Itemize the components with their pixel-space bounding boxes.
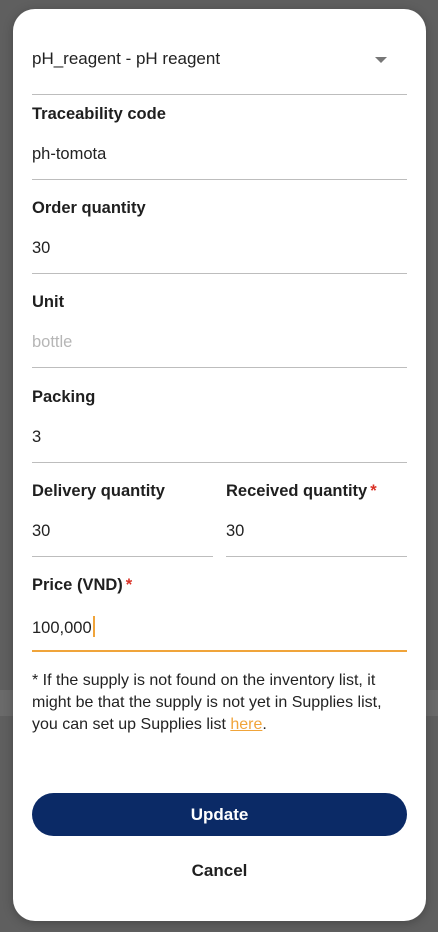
price-field[interactable]: Price (VND) * 100,000 [32,576,407,660]
packing-label: Packing [32,388,96,406]
required-mark: * [125,576,133,594]
text-cursor [92,616,95,637]
received-quantity-label: Received quantity * [226,482,377,501]
traceability-code-field[interactable]: Traceability code ph-tomota [32,105,407,189]
order-quantity-label: Order quantity [32,199,146,217]
unit-placeholder[interactable]: bottle [32,333,72,352]
edit-supply-dialog: pH_reagent - pH reagent Traceability cod… [13,9,426,921]
delivery-quantity-value[interactable]: 30 [32,522,50,541]
price-label-text: Price (VND) [32,576,123,594]
field-underline [32,367,407,368]
unit-field[interactable]: Unit bottle [32,293,407,377]
unit-label: Unit [32,293,65,311]
chevron-down-icon [375,57,387,63]
received-quantity-value[interactable]: 30 [226,522,244,541]
received-quantity-label-text: Received quantity [226,482,368,500]
traceability-code-value[interactable]: ph-tomota [32,145,106,164]
field-underline [32,462,407,463]
field-underline [32,179,407,180]
packing-field[interactable]: Packing 3 [32,388,407,472]
supplies-note: * If the supply is not found on the inve… [32,670,407,736]
packing-value[interactable]: 3 [32,428,41,447]
cancel-button[interactable]: Cancel [32,859,407,883]
supplies-list-link[interactable]: here [230,716,262,733]
traceability-code-label: Traceability code [32,105,166,123]
supplies-note-end: . [262,716,267,733]
supply-select[interactable]: pH_reagent - pH reagent [32,39,407,95]
order-quantity-field[interactable]: Order quantity 30 [32,199,407,283]
field-underline [32,556,213,557]
order-quantity-value[interactable]: 30 [32,239,50,258]
supply-select-value: pH_reagent - pH reagent [32,49,221,68]
price-input[interactable]: 100,000 [32,616,95,638]
update-button[interactable]: Update [32,793,407,836]
field-underline [226,556,407,557]
field-underline [32,273,407,274]
price-label: Price (VND) * [32,576,132,595]
required-mark: * [370,482,377,500]
supplies-note-text: * If the supply is not found on the inve… [32,672,382,733]
received-quantity-field[interactable]: Received quantity * 30 [226,482,407,566]
field-underline-focused [32,650,407,652]
delivery-quantity-label: Delivery quantity [32,482,165,500]
delivery-quantity-field[interactable]: Delivery quantity 30 [32,482,213,566]
price-value: 100,000 [32,619,92,637]
